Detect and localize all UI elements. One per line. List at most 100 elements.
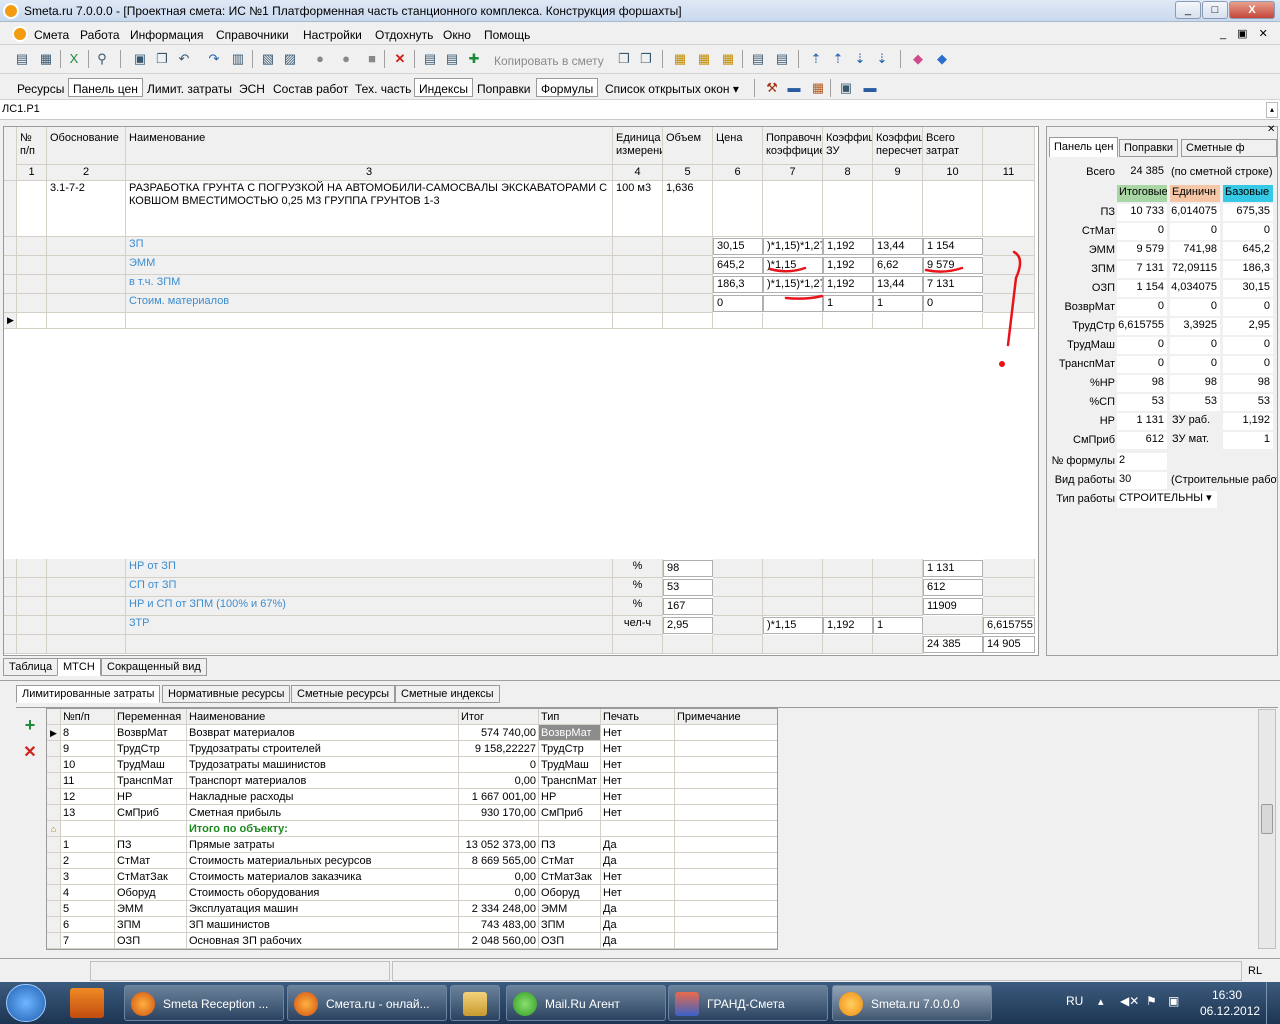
main-row-code[interactable]: 3.1-7-2 [47,181,126,237]
header-col-total[interactable]: Всего затрат [923,127,983,165]
menu-window[interactable]: Окно [443,28,471,42]
lrow-print[interactable]: Нет [601,757,675,773]
undo-icon[interactable]: ↶ [174,49,194,69]
calc-c-icon[interactable]: ▦ [718,49,738,69]
rtab-corrections[interactable]: Поправки [1119,139,1179,157]
lrow-note[interactable] [675,789,777,805]
header-col-num[interactable]: № п/п [17,127,47,165]
task-explorer[interactable] [450,985,500,1021]
save-icon[interactable]: ▣ [130,49,150,69]
sub-row-price[interactable]: 186,3 [713,276,763,293]
sub-row-corr[interactable]: )*1,15)*1,27 [763,276,823,293]
header-col-unit[interactable]: Единица измерения [613,127,663,165]
lrow-var[interactable]: СтМат [115,853,187,869]
lrow-print[interactable]: Да [601,917,675,933]
lrow-type[interactable]: СтМат [539,853,601,869]
rp-row-final[interactable]: 1 154 [1117,280,1167,297]
lrow-var[interactable] [115,821,187,837]
lhdr-print[interactable]: Печать [601,709,675,725]
window-a-icon[interactable]: ❐ [614,49,634,69]
new-row-indicator[interactable]: ▶ [4,313,17,329]
rp-row-unit[interactable]: 3,3925 [1170,318,1220,335]
lhdr-var[interactable]: Переменная [115,709,187,725]
lrow-note[interactable] [675,773,777,789]
tab-corrections[interactable]: Поправки [472,78,535,97]
lrow-indicator[interactable] [47,917,61,933]
footer-total[interactable]: 24 385 [923,636,983,653]
rp-row-final[interactable]: 6,615755 [1117,318,1167,335]
rp-row-final[interactable]: 0 [1117,337,1167,354]
lrow-print[interactable]: Нет [601,773,675,789]
lrow-note[interactable] [675,821,777,837]
lhdr-name[interactable]: Наименование [187,709,459,725]
footer-name[interactable]: ЗТР [126,616,613,635]
rp-row-unit[interactable]: 53 [1170,394,1220,411]
footer-corr[interactable] [763,578,823,597]
footer-corr[interactable] [763,635,823,654]
tab-esn[interactable]: ЭСН [234,78,270,97]
ltab-limit-costs[interactable]: Лимитированные затраты [16,685,161,703]
start-button[interactable] [6,984,46,1022]
new-row-cell[interactable] [923,313,983,329]
lrow-name[interactable]: Стоимость материалов заказчика [187,869,459,885]
rp-row-unit[interactable]: 72,09115 [1170,261,1220,278]
lrow-type[interactable]: ЗПМ [539,917,601,933]
lrow-note[interactable] [675,885,777,901]
lrow-type[interactable]: СтМатЗак [539,869,601,885]
task-mailru[interactable]: Mail.Ru Агент [506,985,666,1021]
rp-row-base[interactable]: 186,3 [1223,261,1273,278]
lrow-indicator[interactable] [47,757,61,773]
book-a-icon[interactable]: ◆ [908,49,928,69]
lrow-var[interactable]: ПЗ [115,837,187,853]
new-row-cell[interactable] [823,313,873,329]
insert-b-icon[interactable]: ▤ [442,49,462,69]
footer-corr[interactable] [763,597,823,616]
task-smeta-reception[interactable]: Smeta Reception ... [124,985,284,1021]
footer-name[interactable]: СП от ЗП [126,578,613,597]
lrow-num[interactable]: 3 [61,869,115,885]
rp-row-base[interactable]: 0 [1223,223,1273,240]
lrow-indicator[interactable] [47,773,61,789]
lrow-note[interactable] [675,853,777,869]
lrow-sum[interactable]: 930 170,00 [459,805,539,821]
rp-row-unit[interactable]: 0 [1170,223,1220,240]
ltab-normative-resources[interactable]: Нормативные ресурсы [162,685,291,703]
lrow-print[interactable] [601,821,675,837]
move-down2-icon[interactable]: ⇣ [872,49,892,69]
sub-row-kpr[interactable]: 1 [873,295,923,312]
tab-price-panel[interactable]: Панель цен [68,78,143,97]
sub-row-corr[interactable] [763,295,823,312]
lrow-indicator[interactable] [47,901,61,917]
footer-volume[interactable]: 53 [663,579,713,596]
lrow-sum[interactable]: 9 158,22227 [459,741,539,757]
rp-row-base[interactable]: 645,2 [1223,242,1273,259]
show-desktop-button[interactable] [1266,982,1280,1024]
sub-row-kpr[interactable]: 13,44 [873,238,923,255]
footer-total[interactable]: 612 [923,579,983,596]
redo-icon[interactable]: ↷ [204,49,224,69]
footer-kpr[interactable]: 1 [873,617,923,634]
lhdr-sum[interactable]: Итог [459,709,539,725]
lrow-note[interactable] [675,933,777,949]
lrow-var[interactable]: ТрудСтр [115,741,187,757]
rtab-price-panel[interactable]: Панель цен [1049,137,1119,157]
path-scroll[interactable]: ▴ [1266,102,1278,118]
menu-settings[interactable]: Настройки [303,28,362,42]
menu-spravochniki[interactable]: Справочники [216,28,289,42]
rp-row-base[interactable]: 0 [1223,337,1273,354]
close-button[interactable]: X [1229,1,1275,19]
calc-a-icon[interactable]: ▦ [670,49,690,69]
lrow-name[interactable]: Основная ЗП рабочих [187,933,459,949]
new-row-cell[interactable] [613,313,663,329]
lrow-sum[interactable]: 2 048 560,00 [459,933,539,949]
lrow-name[interactable]: Транспорт материалов [187,773,459,789]
tab-limit-costs[interactable]: Лимит. затраты [142,78,237,97]
lrow-name[interactable]: Возврат материалов [187,725,459,741]
lrow-print[interactable]: Нет [601,869,675,885]
move-up-icon[interactable]: ⇡ [806,49,826,69]
truck-icon[interactable]: ▬ [784,78,804,98]
panel-close-icon[interactable]: ✕ [1267,124,1275,135]
footer-name[interactable] [126,635,613,654]
clock-time[interactable]: 16:30 [1212,988,1242,1002]
header-col-price[interactable]: Цена [713,127,763,165]
